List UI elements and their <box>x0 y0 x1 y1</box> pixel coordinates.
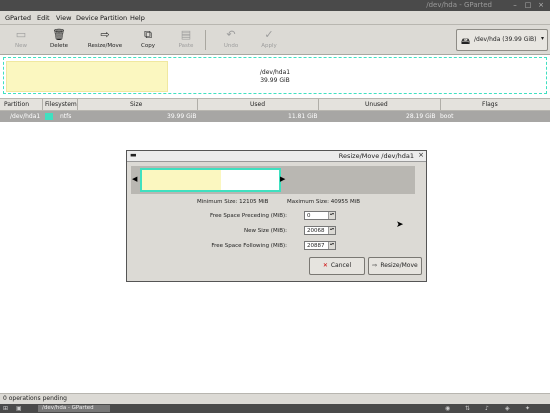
menu-gparted[interactable]: GParted <box>5 14 31 22</box>
menu-device[interactable]: Device <box>76 14 98 22</box>
cell-partition: /dev/hda1 <box>10 113 41 120</box>
copy-button[interactable]: ⧉ Copy <box>127 28 169 52</box>
close-icon[interactable]: × <box>536 1 546 9</box>
menu-view[interactable]: View <box>56 14 71 22</box>
tray-icon[interactable]: ◉ <box>445 405 450 412</box>
tray-icon[interactable]: ✦ <box>525 405 530 412</box>
free-space-following-label: Free Space Following (MiB): <box>211 243 287 249</box>
apply-icon: ✓ <box>264 28 274 41</box>
partition-map-size: 39.99 GiB <box>260 77 290 84</box>
spin-arrows-icon[interactable]: ▴▾ <box>328 227 335 234</box>
undo-icon: ↶ <box>226 28 236 41</box>
tray-icon[interactable]: ◈ <box>505 405 510 412</box>
col-divider <box>197 99 198 110</box>
partition-map-name: /dev/hda1 <box>259 69 291 76</box>
title-bar: /dev/hda - GParted – □ × <box>0 0 550 11</box>
resize-move-label: Resize/Move <box>380 262 418 269</box>
spin-arrows-icon[interactable]: ▴▾ <box>328 212 335 219</box>
col-divider <box>42 99 43 110</box>
cell-filesystem: ntfs <box>60 113 72 120</box>
resize-bar: ◀ ▶ <box>131 166 415 194</box>
resize-move-dialog: ▬ Resize/Move /dev/hda1 × ◀ ▶ Minimum Si… <box>126 150 427 282</box>
table-row[interactable]: /dev/hda1 ntfs 39.99 GiB 11.81 GiB 28.19… <box>0 111 550 122</box>
paste-icon: ▤ <box>180 28 192 41</box>
free-space-preceding-label: Free Space Preceding (MiB): <box>209 213 287 219</box>
delete-icon: 🗑 <box>52 28 66 41</box>
right-resize-handle[interactable]: ▶ <box>280 175 285 183</box>
dialog-menu-icon[interactable]: ▬ <box>130 151 137 159</box>
resize-move-icon: ⇨ <box>100 28 110 41</box>
menu-bar: GParted Edit View Device Partition Help <box>0 11 550 25</box>
delete-button[interactable]: 🗑 Delete <box>38 28 80 52</box>
device-selector[interactable]: 🖴 /dev/hda (39.99 GiB) ▾ <box>456 29 548 51</box>
resize-partition-box[interactable] <box>140 168 281 192</box>
status-bar: 0 operations pending <box>0 393 550 404</box>
cell-size: 39.99 GiB <box>167 113 197 120</box>
copy-icon: ⧉ <box>144 28 152 41</box>
operations-pending: 0 operations pending <box>3 395 67 402</box>
harddisk-icon: 🖴 <box>461 37 471 47</box>
resize-used-bar <box>142 170 221 190</box>
maximize-icon[interactable]: □ <box>523 1 533 9</box>
new-icon: ▭ <box>15 28 27 41</box>
spin-arrows-icon[interactable]: ▴▾ <box>328 242 335 249</box>
device-selector-label: /dev/hda (39.99 GiB) <box>474 36 537 43</box>
free-space-following-value: 20887 <box>307 243 325 249</box>
resize-move-confirm-button[interactable]: ⇨ Resize/Move <box>368 257 422 275</box>
free-space-preceding-value: 0 <box>307 213 311 219</box>
new-size-label: New Size (MiB): <box>244 228 287 234</box>
table-header: Partition Filesystem Size Used Unused Fl… <box>0 98 550 111</box>
undo-button[interactable]: ↶ Undo <box>210 28 252 52</box>
minimum-size-label: Minimum Size: 12105 MiB <box>197 199 269 205</box>
col-flags[interactable]: Flags <box>482 101 498 108</box>
col-divider <box>77 99 78 110</box>
menu-icon[interactable]: ⊞ <box>3 405 8 412</box>
filesystem-color-swatch <box>45 113 53 120</box>
minimize-icon[interactable]: – <box>510 1 520 9</box>
window-title: /dev/hda - GParted <box>426 1 492 9</box>
dialog-title: Resize/Move /dev/hda1 <box>338 152 414 160</box>
col-size[interactable]: Size <box>130 101 142 108</box>
chevron-down-icon: ▾ <box>540 35 544 42</box>
resize-move-icon: ⇨ <box>372 262 378 269</box>
new-size-value: 20068 <box>307 228 325 234</box>
cell-flags: boot <box>440 113 454 120</box>
paste-button[interactable]: ▤ Paste <box>165 28 207 52</box>
col-divider <box>318 99 319 110</box>
cell-unused: 28.19 GiB <box>406 113 436 120</box>
menu-partition[interactable]: Partition <box>100 14 127 22</box>
col-unused[interactable]: Unused <box>365 101 388 108</box>
left-resize-handle[interactable]: ◀ <box>132 175 137 183</box>
apply-button[interactable]: ✓ Apply <box>248 28 290 52</box>
partition-map[interactable]: /dev/hda1 39.99 GiB <box>3 57 547 94</box>
col-divider <box>440 99 441 110</box>
col-partition[interactable]: Partition <box>4 101 29 108</box>
network-icon[interactable]: ⇅ <box>465 405 470 412</box>
resize-move-button[interactable]: ⇨ Resize/Move <box>83 28 127 52</box>
taskbar-window-label: /dev/hda - GParted <box>42 405 94 411</box>
menu-edit[interactable]: Edit <box>37 14 50 22</box>
dialog-title-bar: ▬ Resize/Move /dev/hda1 × <box>127 151 426 162</box>
mouse-cursor-icon: ➤ <box>396 220 404 230</box>
close-icon[interactable]: × <box>418 151 424 159</box>
maximum-size-label: Maximum Size: 40955 MiB <box>287 199 361 205</box>
free-space-preceding-input[interactable]: 0 ▴▾ <box>304 211 336 220</box>
free-space-following-input[interactable]: 20887 ▴▾ <box>304 241 336 250</box>
volume-icon[interactable]: ♪ <box>485 405 489 412</box>
terminal-icon[interactable]: ▣ <box>16 405 22 412</box>
new-size-input[interactable]: 20068 ▴▾ <box>304 226 336 235</box>
menu-help[interactable]: Help <box>130 14 145 22</box>
toolbar-separator <box>205 30 206 50</box>
taskbar-window-button[interactable]: /dev/hda - GParted <box>38 405 110 412</box>
col-used[interactable]: Used <box>250 101 265 108</box>
partition-map-label: /dev/hda1 39.99 GiB <box>4 69 546 85</box>
taskbar: ⊞ ▣ /dev/hda - GParted ◉ ⇅ ♪ ◈ ✦ <box>0 404 550 413</box>
col-filesystem[interactable]: Filesystem <box>45 101 77 108</box>
cancel-button[interactable]: ✕ Cancel <box>309 257 365 275</box>
cancel-icon: ✕ <box>322 262 328 269</box>
cancel-label: Cancel <box>330 262 352 269</box>
new-button[interactable]: ▭ New <box>0 28 42 52</box>
cell-used: 11.81 GiB <box>288 113 318 120</box>
